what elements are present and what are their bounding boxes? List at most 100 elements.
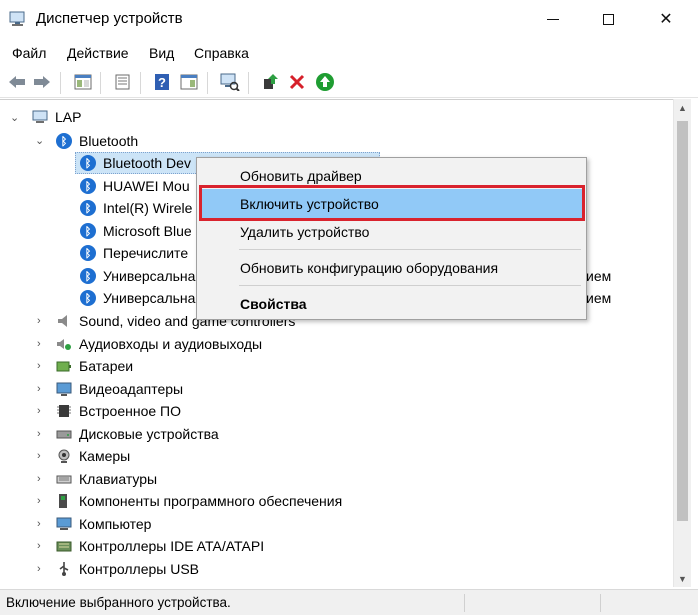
- toolbar-separator: [100, 72, 101, 94]
- usb-controller-icon: [59, 562, 69, 576]
- scan-hardware-icon: [220, 73, 240, 91]
- bluetooth-icon: ᛒ: [56, 133, 72, 149]
- properties-icon: [115, 74, 130, 90]
- battery-icon: [56, 361, 71, 372]
- context-scan-hardware[interactable]: Обновить конфигурацию оборудования: [201, 253, 582, 283]
- category-label: Аудиовходы и аудиовыходы: [79, 336, 263, 352]
- expand-chevron-icon[interactable]: ›: [37, 316, 47, 327]
- category-firmware[interactable]: Встроенное ПО: [56, 400, 181, 422]
- expand-chevron-icon[interactable]: ›: [37, 519, 47, 530]
- context-separator: [239, 249, 581, 250]
- minimize-button[interactable]: [530, 0, 576, 38]
- camera-icon: [58, 449, 70, 463]
- category-label: Дисковые устройства: [79, 426, 219, 442]
- scroll-down-arrow-icon[interactable]: ▼: [674, 570, 691, 587]
- toolbar-separator: [60, 72, 61, 94]
- context-update-driver[interactable]: Обновить драйвер: [201, 161, 582, 191]
- menu-file[interactable]: Файл: [12, 45, 46, 61]
- scan-hardware-button[interactable]: [219, 71, 241, 93]
- update-driver-button[interactable]: [259, 71, 281, 93]
- category-disk-drives[interactable]: Дисковые устройства: [56, 423, 219, 445]
- tree-root-label: LAP: [55, 109, 82, 125]
- expand-chevron-icon[interactable]: ›: [37, 384, 47, 395]
- context-uninstall-device[interactable]: Удалить устройство: [201, 217, 582, 247]
- context-properties[interactable]: Свойства: [201, 289, 582, 319]
- expand-chevron-icon[interactable]: ›: [37, 474, 47, 485]
- expand-chevron-icon[interactable]: ›: [37, 496, 47, 507]
- expand-chevron-icon[interactable]: ›: [37, 541, 47, 552]
- bluetooth-icon: ᛒ: [80, 178, 96, 194]
- expand-chevron-icon[interactable]: ›: [37, 564, 47, 575]
- device-label: Универсальна: [103, 290, 196, 306]
- context-enable-device[interactable]: Включить устройство: [201, 189, 582, 219]
- tree-item[interactable]: ᛒ HUAWEI Mou: [80, 175, 190, 197]
- device-manager-app-icon: [9, 11, 25, 26]
- tree-root[interactable]: LAP: [32, 106, 81, 128]
- device-label: HUAWEI Mou: [103, 178, 190, 194]
- tree-item[interactable]: ᛒ Универсальна: [80, 265, 195, 287]
- vertical-scrollbar[interactable]: ▲ ▼: [673, 99, 691, 587]
- help-button[interactable]: ?: [151, 71, 173, 93]
- software-component-icon: [59, 494, 67, 508]
- category-label: Клавиатуры: [79, 471, 158, 487]
- tree-item[interactable]: ᛒ Microsoft Blue: [80, 220, 192, 242]
- category-label: Батареи: [79, 358, 134, 374]
- category-batteries[interactable]: Батареи: [56, 355, 133, 377]
- category-label: Контроллеры USB: [79, 561, 199, 577]
- category-computer[interactable]: Компьютер: [56, 513, 151, 535]
- close-button[interactable]: ✕: [643, 0, 689, 38]
- expand-chevron-icon[interactable]: ›: [37, 406, 47, 417]
- bluetooth-disabled-icon: ᛒ: [80, 155, 96, 171]
- enable-device-button[interactable]: [314, 71, 336, 93]
- category-usb-controllers[interactable]: Контроллеры USB: [56, 558, 199, 580]
- scroll-up-arrow-icon[interactable]: ▲: [674, 99, 691, 116]
- category-label: Компьютер: [79, 516, 152, 532]
- back-arrow-icon: [9, 76, 25, 88]
- maximize-button[interactable]: [585, 0, 631, 38]
- update-driver-icon: [264, 74, 278, 89]
- category-bluetooth[interactable]: ᛒ Bluetooth: [56, 130, 138, 152]
- collapse-chevron-icon[interactable]: ⌄: [10, 113, 20, 124]
- category-software-components[interactable]: Компоненты программного обеспечения: [56, 490, 342, 512]
- toolbar-separator: [207, 72, 208, 94]
- expand-chevron-icon[interactable]: ›: [37, 429, 47, 440]
- expand-chevron-icon[interactable]: ›: [37, 339, 47, 350]
- toolbar-separator: [248, 72, 249, 94]
- category-label: Bluetooth: [79, 133, 139, 149]
- category-label: Видеоадаптеры: [79, 381, 184, 397]
- audio-io-icon: [57, 339, 71, 350]
- toolbar-separator: [140, 72, 141, 94]
- menu-action[interactable]: Действие: [67, 45, 129, 61]
- category-audio-io[interactable]: Аудиовходы и аудиовыходы: [56, 333, 262, 355]
- tree-item[interactable]: ᛒ Intel(R) Wirele: [80, 197, 192, 219]
- tree-item[interactable]: ᛒ Универсальна: [80, 287, 195, 309]
- category-cameras[interactable]: Камеры: [56, 445, 130, 467]
- category-display-adapters[interactable]: Видеоадаптеры: [56, 378, 183, 400]
- device-label: Перечислите: [103, 245, 189, 261]
- device-label-tail: ием: [586, 268, 612, 284]
- category-keyboards[interactable]: Клавиатуры: [56, 468, 157, 490]
- menu-help[interactable]: Справка: [194, 45, 249, 61]
- scroll-thumb[interactable]: [677, 121, 688, 521]
- forward-button[interactable]: [31, 71, 53, 93]
- back-button[interactable]: [6, 71, 28, 93]
- tree-item[interactable]: ᛒ Перечислите: [80, 242, 188, 264]
- expand-chevron-icon[interactable]: ›: [37, 451, 47, 462]
- uninstall-device-button[interactable]: [286, 71, 308, 93]
- menu-view[interactable]: Вид: [149, 45, 174, 61]
- category-label: Контроллеры IDE ATA/ATAPI: [79, 538, 265, 554]
- status-divider: [600, 594, 601, 612]
- collapse-chevron-icon[interactable]: ⌄: [35, 136, 45, 147]
- context-separator: [239, 285, 581, 286]
- bluetooth-icon: ᛒ: [80, 200, 96, 216]
- expand-chevron-icon[interactable]: ›: [37, 361, 47, 372]
- show-hide-console-tree-button[interactable]: [72, 71, 94, 93]
- category-ide-controllers[interactable]: Контроллеры IDE ATA/ATAPI: [56, 535, 264, 557]
- bluetooth-icon: ᛒ: [80, 223, 96, 239]
- category-label: Встроенное ПО: [79, 403, 181, 419]
- bluetooth-icon: ᛒ: [80, 290, 96, 306]
- action-pane-button[interactable]: [178, 71, 200, 93]
- computer-icon: [32, 110, 48, 123]
- properties-button[interactable]: [112, 71, 134, 93]
- status-bar: Включение выбранного устройства.: [0, 589, 698, 615]
